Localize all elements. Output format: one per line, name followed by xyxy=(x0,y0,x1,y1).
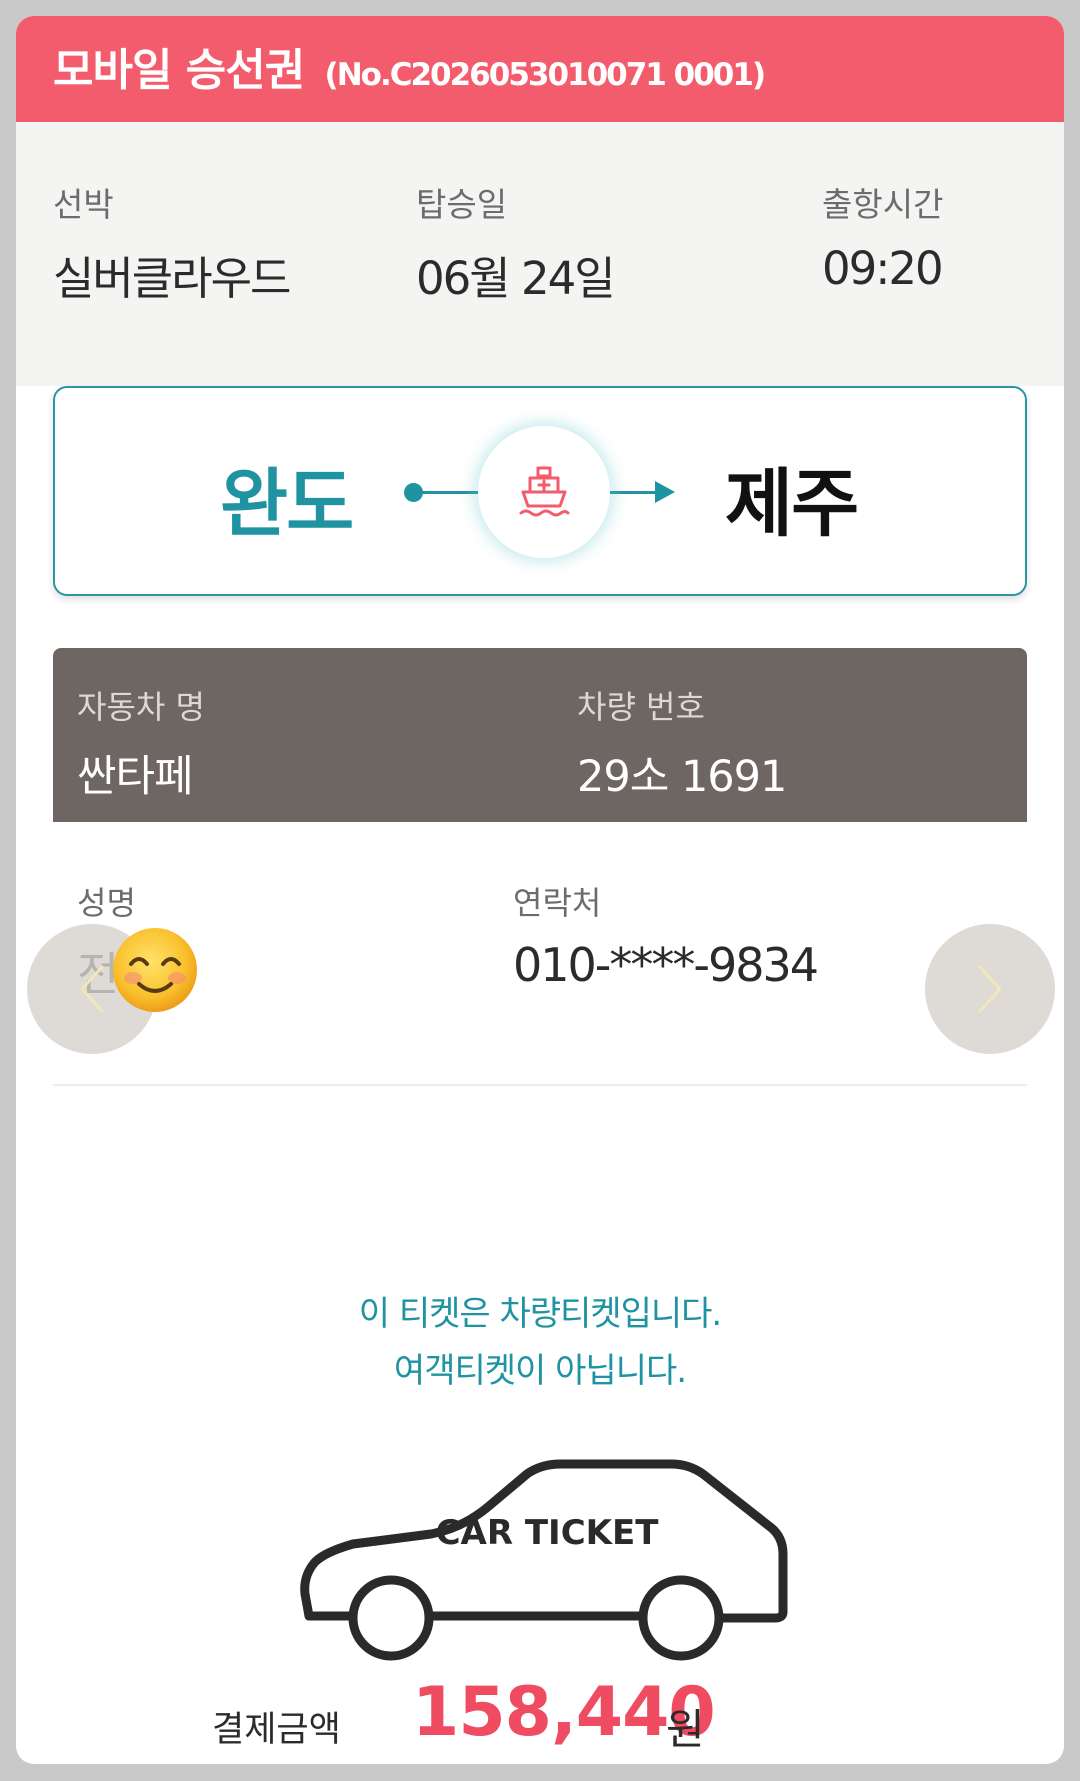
contact-label: 연락처 xyxy=(513,884,602,922)
ship-label: 선박 xyxy=(53,185,114,224)
ship-value: 실버클라우드 xyxy=(53,252,291,305)
header-title-text: 모바일 승선권 xyxy=(53,45,305,96)
car-ticket-icon: CAR TICKET xyxy=(300,1459,788,1661)
vehicle-name-info: 자동차 명 싼타페 xyxy=(77,682,205,804)
ship-icon xyxy=(478,426,610,558)
ship-info: 선박 실버클라우드 xyxy=(53,178,291,307)
ticket-number: (No.C2026053010071 0001) xyxy=(324,57,767,93)
header-title: 모바일 승선권 (No.C2026053010071 0001) xyxy=(53,34,767,98)
route-destination: 제주 xyxy=(725,461,859,547)
notice-line-1: 이 티켓은 차량티켓입니다. xyxy=(358,1294,723,1334)
passenger-name-label: 성명 xyxy=(77,884,136,922)
route-start-dot xyxy=(404,483,423,502)
ticket-header: 모바일 승선권 (No.C2026053010071 0001) xyxy=(16,16,1064,122)
section-divider xyxy=(53,1084,1027,1086)
departure-time-info: 출항시간 09:20 xyxy=(822,178,944,295)
route-origin: 완도 xyxy=(220,461,354,547)
vehicle-plate-label: 차량 번호 xyxy=(577,688,705,726)
vehicle-name-label: 자동차 명 xyxy=(77,688,205,726)
smiling-face-emoji-icon xyxy=(113,928,197,1012)
vehicle-plate-value: 29소 1691 xyxy=(577,752,787,802)
ticket-card: 모바일 승선권 (No.C2026053010071 0001) 선박 실버클라… xyxy=(16,16,1064,1764)
departure-time-value: 09:20 xyxy=(822,242,944,295)
vehicle-info-bar: 자동차 명 싼타페 차량 번호 29소 1691 xyxy=(53,648,1027,822)
departure-time-label: 출항시간 xyxy=(822,185,944,224)
payment-unit: 원 xyxy=(666,1705,705,1754)
vehicle-name-value: 싼타페 xyxy=(77,752,194,802)
boarding-date-info: 탑승일 06월 24일 xyxy=(416,178,616,307)
boarding-date-value: 06월 24일 xyxy=(416,252,616,305)
contact-value: 010-****-9834 xyxy=(513,938,819,992)
chevron-right-icon xyxy=(978,965,1002,1013)
boarding-date-label: 탑승일 xyxy=(416,185,508,224)
route-box: 완도 제주 xyxy=(53,386,1027,596)
payment-label: 결제금액 xyxy=(212,1710,341,1750)
notice-line-2: 여객티켓이 아닙니다. xyxy=(393,1351,687,1391)
next-ticket-button[interactable] xyxy=(925,924,1055,1054)
chevron-left-icon xyxy=(80,965,104,1013)
voyage-info: 선박 실버클라우드 탑승일 06월 24일 출항시간 09:20 xyxy=(16,122,1064,386)
route-arrow-icon xyxy=(655,481,675,503)
car-ticket-label: CAR TICKET xyxy=(436,1513,660,1553)
contact-info: 연락처 010-****-9834 xyxy=(513,878,819,992)
vehicle-plate-info: 차량 번호 29소 1691 xyxy=(577,682,787,804)
